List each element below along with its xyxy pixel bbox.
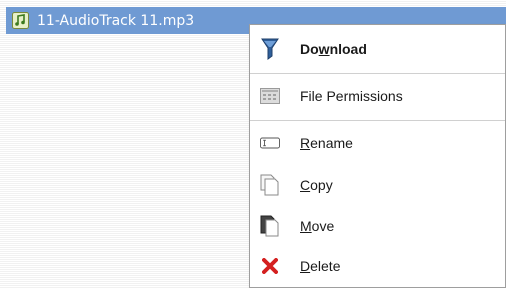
menu-separator	[250, 73, 505, 74]
menu-item-file-permissions[interactable]: File Permissions	[250, 77, 505, 115]
copy-icon	[260, 174, 280, 196]
menu-separator	[250, 120, 505, 121]
permissions-icon	[260, 86, 280, 106]
menu-item-rename-label: Rename	[300, 135, 353, 151]
menu-item-delete[interactable]: Delete	[250, 247, 505, 285]
file-name: 11-AudioTrack 11.mp3	[37, 12, 195, 29]
context-menu: Download File Permissions Rename Copy Mo…	[249, 24, 506, 288]
move-icon	[260, 215, 280, 237]
menu-item-file-permissions-label: File Permissions	[300, 88, 403, 104]
menu-item-copy-label: Copy	[300, 177, 333, 193]
menu-item-rename[interactable]: Rename	[250, 124, 505, 162]
rename-icon	[260, 133, 280, 153]
menu-item-delete-label: Delete	[300, 258, 341, 274]
audio-file-icon	[12, 12, 29, 29]
delete-icon	[260, 256, 280, 276]
menu-item-move[interactable]: Move	[250, 207, 505, 245]
download-icon	[260, 38, 280, 60]
menu-item-download-label: Download	[300, 41, 367, 57]
menu-item-download[interactable]: Download	[250, 31, 505, 67]
menu-item-copy[interactable]: Copy	[250, 164, 505, 206]
menu-item-move-label: Move	[300, 218, 335, 234]
